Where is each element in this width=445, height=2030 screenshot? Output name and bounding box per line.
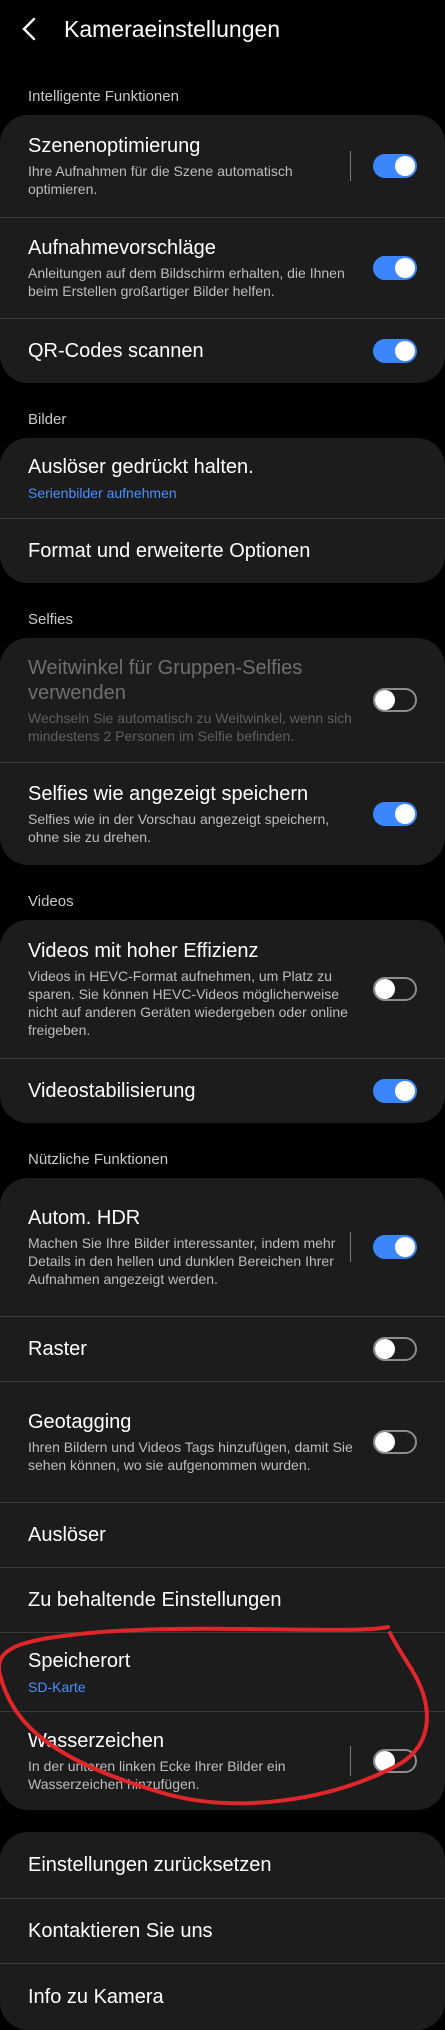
- setting-wide-selfie: Weitwinkel für Gruppen-Selfies verwenden…: [0, 638, 445, 763]
- setting-description: Videos in HEVC-Format aufnehmen, um Plat…: [28, 968, 348, 1038]
- setting-shutter-hold[interactable]: Auslöser gedrückt halten. Serienbilder a…: [0, 438, 445, 519]
- setting-title: Geotagging: [28, 1411, 132, 1433]
- qr-codes-toggle[interactable]: [373, 339, 417, 363]
- setting-hevc[interactable]: Videos mit hoher Effizienz Videos in HEV…: [0, 920, 445, 1059]
- watermark-toggle[interactable]: [373, 1749, 417, 1773]
- section-intelligent: Intelligente Funktionen: [28, 88, 179, 105]
- grid-toggle[interactable]: [373, 1337, 417, 1361]
- scene-optimizer-toggle[interactable]: [373, 154, 417, 178]
- setting-scene-optimizer[interactable]: Szenenoptimierung Ihre Aufnahmen für die…: [0, 115, 445, 218]
- wide-selfie-toggle: [373, 688, 417, 712]
- setting-contact[interactable]: Kontaktieren Sie uns: [0, 1899, 445, 1964]
- setting-watermark[interactable]: Wasserzeichen In der unteren linken Ecke…: [0, 1712, 445, 1810]
- setting-auto-hdr[interactable]: Autom. HDR Machen Sie Ihre Bilder intere…: [0, 1178, 445, 1317]
- setting-description: Wechseln Sie automatisch zu Weitwinkel, …: [28, 709, 352, 744]
- setting-value: Serienbilder aufnehmen: [28, 484, 177, 501]
- setting-title: Kontaktieren Sie uns: [28, 1919, 213, 1942]
- setting-title: Auslöser gedrückt halten.: [28, 455, 254, 478]
- auto-hdr-toggle[interactable]: [373, 1235, 417, 1259]
- setting-title: Wasserzeichen: [28, 1730, 164, 1752]
- setting-title: Autom. HDR: [28, 1207, 141, 1229]
- setting-title: Auslöser: [28, 1523, 106, 1546]
- divider: [350, 151, 351, 181]
- card-images: Auslöser gedrückt halten. Serienbilder a…: [0, 438, 445, 583]
- setting-title: Weitwinkel für Gruppen-Selfies verwenden: [28, 656, 303, 704]
- save-selfies-toggle[interactable]: [373, 802, 417, 826]
- setting-title: Szenenoptimierung: [28, 135, 201, 157]
- setting-shutter[interactable]: Auslöser: [0, 1503, 445, 1568]
- setting-title: Selfies wie angezeigt speichern: [28, 783, 309, 805]
- setting-shot-suggestions[interactable]: Aufnahmevorschläge Anleitungen auf dem B…: [0, 218, 445, 319]
- setting-description: Selfies wie in der Vorschau angezeigt sp…: [28, 811, 330, 845]
- setting-title: Speicherort: [28, 1649, 131, 1672]
- section-images: Bilder: [28, 411, 67, 428]
- setting-title: Aufnahmevorschläge: [28, 237, 216, 259]
- back-button[interactable]: [20, 11, 56, 47]
- card-videos: Videos mit hoher Effizienz Videos in HEV…: [0, 920, 445, 1123]
- setting-title: Raster: [28, 1337, 87, 1360]
- hevc-toggle[interactable]: [373, 977, 417, 1001]
- setting-title: Videostabilisierung: [28, 1079, 196, 1102]
- divider: [350, 1746, 351, 1776]
- section-useful: Nützliche Funktionen: [28, 1151, 169, 1168]
- card-useful: Autom. HDR Machen Sie Ihre Bilder intere…: [0, 1178, 445, 1810]
- divider: [350, 1232, 351, 1262]
- section-videos: Videos: [28, 893, 74, 910]
- setting-description: In der unteren linken Ecke Ihrer Bilder …: [28, 1758, 286, 1792]
- setting-save-selfies[interactable]: Selfies wie angezeigt speichern Selfies …: [0, 763, 445, 865]
- card-selfies: Weitwinkel für Gruppen-Selfies verwenden…: [0, 638, 445, 865]
- setting-about-camera[interactable]: Info zu Kamera: [0, 1964, 445, 2030]
- setting-value: SD-Karte: [28, 1678, 86, 1695]
- setting-description: Ihren Bildern und Videos Tags hinzufügen…: [28, 1439, 353, 1473]
- shot-suggestions-toggle[interactable]: [373, 256, 417, 280]
- setting-title: Zu behaltende Einstellungen: [28, 1588, 282, 1611]
- setting-description: Ihre Aufnahmen für die Szene automatisch…: [28, 163, 293, 197]
- setting-description: Machen Sie Ihre Bilder interessanter, in…: [28, 1235, 336, 1287]
- geotagging-toggle[interactable]: [373, 1430, 417, 1454]
- arrow-left-icon: [22, 17, 36, 41]
- section-selfies: Selfies: [28, 611, 74, 628]
- page-title: Kameraeinstellungen: [64, 15, 281, 42]
- setting-title: Videos mit hoher Effizienz: [28, 940, 259, 962]
- setting-grid[interactable]: Raster: [0, 1317, 445, 1382]
- setting-title: Info zu Kamera: [28, 1985, 164, 2008]
- setting-title: Format und erweiterte Optionen: [28, 539, 311, 562]
- setting-title: Einstellungen zurücksetzen: [28, 1853, 272, 1876]
- video-stabilization-toggle[interactable]: [373, 1079, 417, 1103]
- setting-description: Anleitungen auf dem Bildschirm erhalten,…: [28, 265, 345, 299]
- setting-storage-location[interactable]: Speicherort SD-Karte: [0, 1633, 445, 1712]
- setting-keep-settings[interactable]: Zu behaltende Einstellungen: [0, 1568, 445, 1633]
- setting-reset[interactable]: Einstellungen zurücksetzen: [0, 1832, 445, 1899]
- setting-format-options[interactable]: Format und erweiterte Optionen: [0, 519, 445, 583]
- setting-title: QR-Codes scannen: [28, 339, 204, 362]
- card-more: Einstellungen zurücksetzen Kontaktieren …: [0, 1832, 445, 2030]
- setting-qr-codes[interactable]: QR-Codes scannen: [0, 319, 445, 383]
- setting-video-stabilization[interactable]: Videostabilisierung: [0, 1059, 445, 1123]
- app-bar: Kameraeinstellungen: [0, 0, 445, 58]
- card-intelligent: Szenenoptimierung Ihre Aufnahmen für die…: [0, 115, 445, 383]
- setting-geotagging[interactable]: Geotagging Ihren Bildern und Videos Tags…: [0, 1382, 445, 1503]
